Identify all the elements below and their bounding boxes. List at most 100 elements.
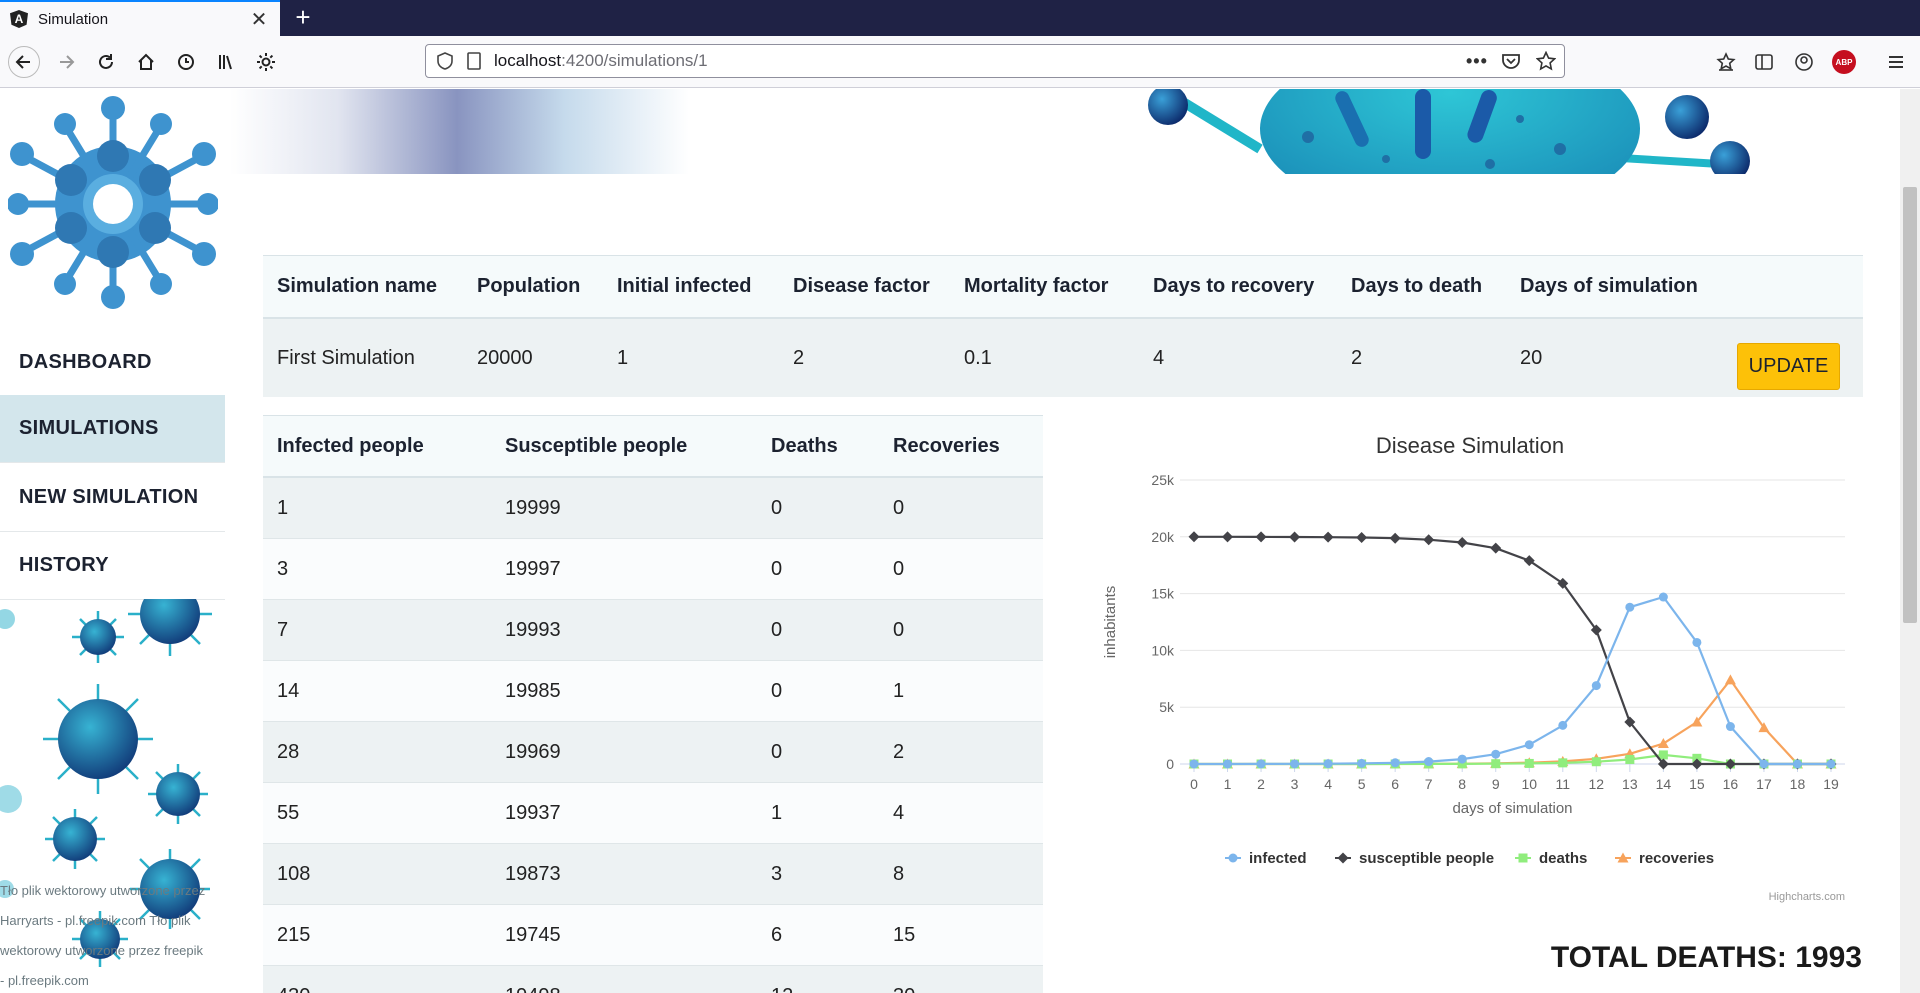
series-line-infected [1194, 595, 1831, 766]
data-point-deaths [1524, 758, 1534, 768]
chart-credit: Highcharts.com [1769, 891, 1845, 903]
x-tick-label: 16 [1723, 776, 1739, 792]
x-tick-label: 19 [1823, 776, 1839, 792]
deaths-cell: 0 [771, 496, 783, 519]
params-header-row: Simulation name Population Initial infec… [263, 256, 1863, 319]
legend-marker-infected [1228, 853, 1238, 863]
data-point-infected [1290, 759, 1300, 769]
x-tick-label: 2 [1257, 776, 1265, 792]
home-icon[interactable] [130, 46, 162, 78]
bookmarks-menu-icon[interactable] [1710, 46, 1742, 78]
reload-icon[interactable] [90, 46, 122, 78]
infected-cell: 215 [277, 923, 311, 946]
params-header: Days to recovery [1153, 275, 1315, 297]
x-tick-label: 18 [1790, 776, 1806, 792]
recoveries-cell: 15 [893, 923, 916, 946]
table-row: 14 19985 0 1 [263, 661, 1043, 722]
nav-dashboard[interactable]: DASHBOARD [0, 329, 225, 397]
x-tick-label: 13 [1622, 776, 1638, 792]
table-row: 55 19937 1 4 [263, 783, 1043, 844]
params-header: Days of simulation [1520, 275, 1698, 297]
infected-cell: 14 [277, 679, 300, 702]
data-point-infected [1491, 749, 1501, 759]
tab-title: Simulation [38, 10, 109, 28]
legend-item-deaths: deaths [1539, 850, 1587, 867]
x-tick-label: 15 [1689, 776, 1705, 792]
recoveries-cell: 0 [893, 496, 905, 519]
params-header: Days to death [1351, 275, 1483, 297]
data-point-infected [1658, 592, 1668, 602]
data-point-susceptible-people [1490, 542, 1502, 554]
update-button[interactable]: UPDATE [1737, 343, 1840, 390]
browser-toolbar: localhost:4200/simulations/1 ••• ABP [0, 36, 1920, 88]
susceptible-cell: 19745 [505, 923, 561, 946]
legend-marker-susceptible-people [1337, 852, 1349, 864]
days-to-recovery-value: 4 [1153, 346, 1165, 369]
params-header: Initial infected [617, 275, 752, 297]
header-virus-illustration [1148, 89, 1750, 174]
results-table: Infected people Susceptible people Death… [263, 415, 1043, 993]
browser-tab[interactable]: A Simulation ✕ [0, 0, 280, 36]
data-point-deaths [1625, 754, 1635, 764]
new-tab-icon[interactable]: + [288, 2, 318, 33]
url-bar[interactable]: localhost:4200/simulations/1 ••• [425, 44, 1565, 78]
data-point-infected [1323, 759, 1333, 769]
back-icon[interactable] [8, 46, 40, 78]
data-point-infected [1558, 720, 1568, 730]
legend-item-recoveries: recoveries [1639, 850, 1714, 867]
data-point-susceptible-people [1356, 532, 1368, 544]
header-banner-gradient [230, 89, 770, 174]
scrollbar-thumb[interactable] [1903, 187, 1917, 623]
data-point-susceptible-people [1456, 537, 1468, 549]
data-point-deaths [1491, 759, 1501, 769]
menu-hamburger-icon[interactable] [1880, 46, 1912, 78]
x-tick-label: 8 [1458, 776, 1466, 792]
nav-simulations[interactable]: SIMULATIONS [0, 395, 225, 463]
x-tick-label: 14 [1656, 776, 1672, 792]
image-credit: Tło plik wektorowy utworzone przez Harry… [0, 876, 225, 993]
table-row: 3 19997 0 0 [263, 539, 1043, 600]
params-value-row: First Simulation 20000 1 2 0.1 4 2 20 [263, 319, 1863, 397]
susceptible-cell: 19873 [505, 862, 561, 885]
deaths-cell: 0 [771, 679, 783, 702]
data-point-infected [1424, 757, 1434, 767]
forward-icon[interactable] [50, 46, 82, 78]
close-tab-icon[interactable]: ✕ [248, 7, 270, 32]
shield-icon[interactable] [436, 52, 454, 70]
angular-icon: A [10, 10, 28, 28]
x-tick-label: 0 [1190, 776, 1198, 792]
infected-cell: 55 [277, 801, 300, 824]
data-point-infected [1792, 759, 1802, 769]
table-row: 215 19745 6 15 [263, 905, 1043, 966]
data-point-recoveries [1657, 738, 1669, 749]
recoveries-cell: 30 [893, 985, 915, 993]
x-tick-label: 9 [1492, 776, 1500, 792]
sidebar-toggle-icon[interactable] [1748, 46, 1780, 78]
series-line-recoveries [1194, 678, 1831, 766]
page-info-icon[interactable] [466, 52, 482, 70]
deaths-cell: 12 [771, 985, 793, 993]
settings-gear-icon[interactable] [250, 46, 282, 78]
bookmark-star-icon[interactable] [1536, 51, 1556, 71]
nav-new-simulation[interactable]: NEW SIMULATION [0, 464, 225, 532]
page-viewport: DASHBOARD SIMULATIONS NEW SIMULATION HIS… [0, 89, 1900, 993]
page-actions-icon[interactable]: ••• [1466, 51, 1488, 72]
x-axis-label: days of simulation [1452, 800, 1572, 817]
page-scrollbar[interactable] [1900, 89, 1920, 993]
history-icon[interactable] [170, 46, 202, 78]
results-body: 1 19999 0 0 3 19997 0 0 7 19993 0 0 14 19985 0 1 28 19969… [263, 478, 1043, 993]
y-tick-label: 20k [1151, 529, 1175, 545]
recoveries-cell: 1 [893, 679, 905, 702]
account-icon[interactable] [1788, 46, 1820, 78]
data-point-infected [1223, 759, 1233, 769]
table-row: 108 19873 3 8 [263, 844, 1043, 905]
pocket-icon[interactable] [1501, 51, 1521, 71]
nav-history[interactable]: HISTORY [0, 532, 225, 600]
infected-cell: 28 [277, 740, 300, 763]
y-tick-label: 5k [1159, 699, 1175, 715]
data-point-susceptible-people [1389, 532, 1401, 544]
virus-logo-icon[interactable] [8, 94, 218, 309]
adblock-plus-icon[interactable]: ABP [1828, 46, 1860, 78]
library-icon[interactable] [210, 46, 242, 78]
data-point-infected [1725, 722, 1735, 732]
